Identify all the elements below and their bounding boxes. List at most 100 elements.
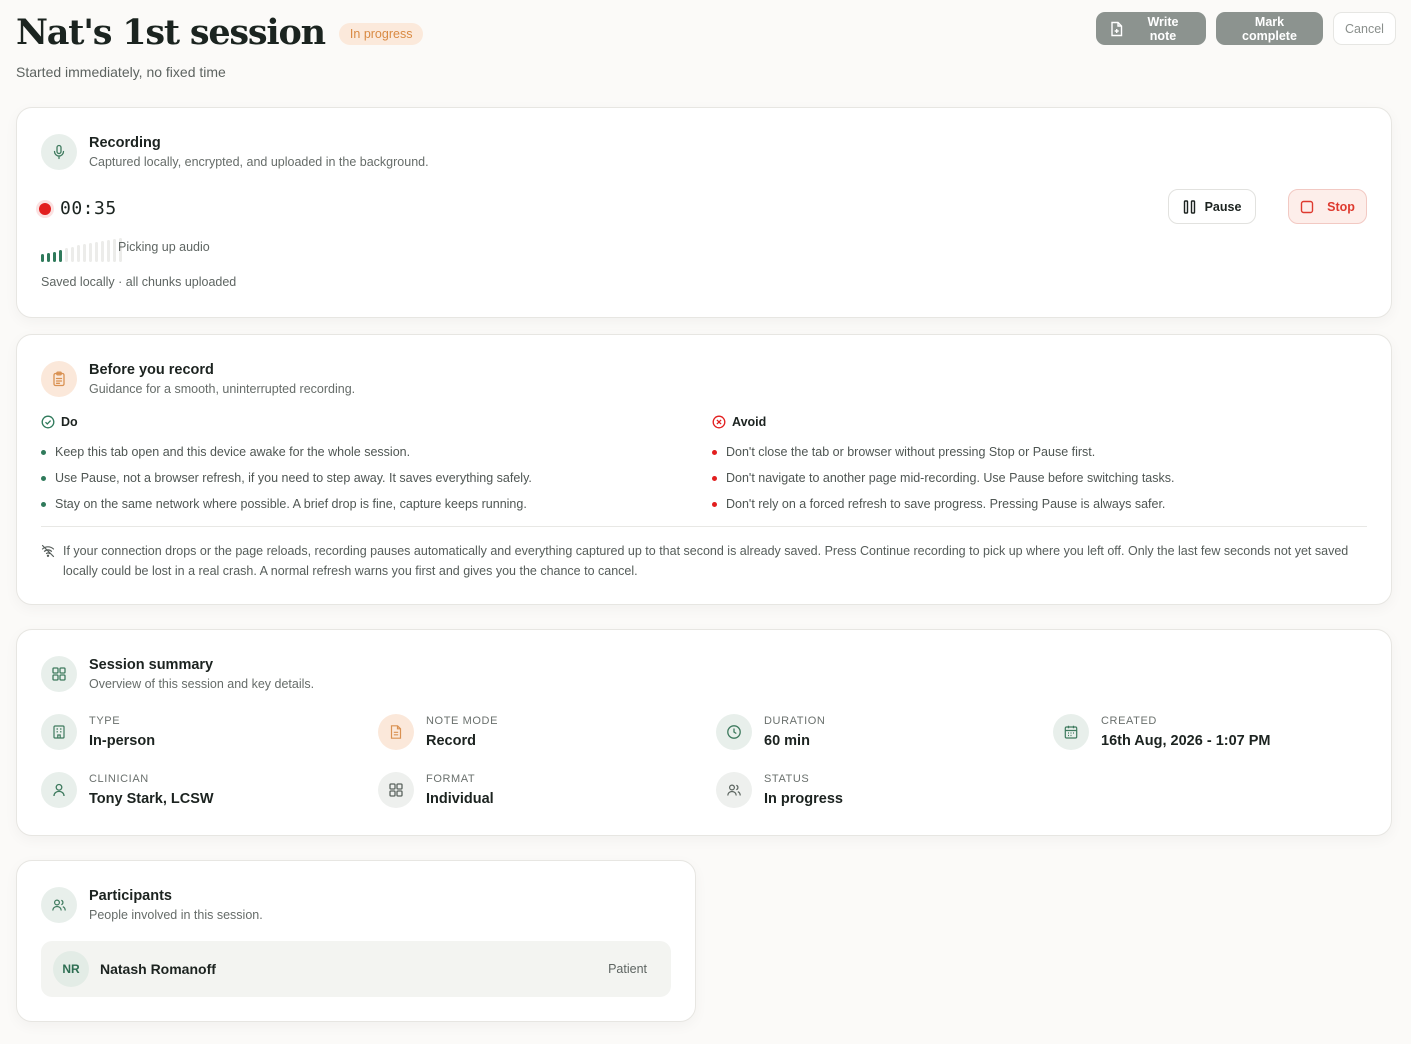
guidance-subtitle: Guidance for a smooth, uninterrupted rec… (89, 382, 356, 396)
microphone-icon (41, 134, 77, 170)
bullet-dot (712, 501, 717, 507)
summary-label: DURATION (764, 715, 826, 727)
wifi-off-icon (41, 544, 55, 581)
do-item-text: Keep this tab open and this device awake… (55, 445, 411, 459)
pause-icon (1183, 199, 1196, 214)
page-subtitle: Started immediately, no fixed time (16, 64, 226, 80)
audio-level-label: Picking up audio (118, 240, 210, 254)
avatar: NR (53, 951, 89, 987)
participant-row[interactable]: NR Natash Romanoff Patient (41, 941, 671, 997)
do-item-text: Use Pause, not a browser refresh, if you… (55, 471, 532, 485)
audio-level-bar (83, 244, 86, 262)
summary-status: STATUS In progress (716, 772, 843, 808)
header-actions: Write note Mark complete Cancel (1096, 12, 1396, 45)
connection-note-text: If your connection drops or the page rel… (63, 544, 1349, 578)
stop-icon (1300, 200, 1314, 214)
summary-duration: DURATION 60 min (716, 714, 825, 750)
summary-label: CREATED (1101, 715, 1157, 727)
recording-card: Recording Captured locally, encrypted, a… (16, 107, 1392, 318)
do-heading: Do (61, 415, 78, 429)
connection-note: If your connection drops or the page rel… (41, 541, 1361, 581)
summary-value: 16th Aug, 2026 - 1:07 PM (1101, 733, 1271, 749)
bullet-dot (712, 475, 717, 481)
mark-complete-button[interactable]: Mark complete (1216, 12, 1323, 45)
summary-label: FORMAT (426, 773, 476, 785)
divider (41, 526, 1367, 527)
write-note-button[interactable]: Write note (1096, 12, 1206, 45)
list-item: Don't rely on a forced refresh to save p… (712, 491, 1352, 517)
avoid-column: Avoid Don't close the tab or browser wit… (712, 415, 1352, 517)
user-icon (41, 772, 77, 808)
bullet-dot (712, 449, 717, 455)
audio-level-bar (53, 252, 56, 262)
list-item: Don't close the tab or browser without p… (712, 439, 1352, 465)
avoid-heading: Avoid (732, 415, 767, 429)
summary-value: Individual (426, 791, 494, 807)
audio-level-bar (41, 254, 44, 262)
audio-level-bar (95, 242, 98, 262)
guidance-title: Before you record (89, 362, 214, 378)
participant-role: Patient (608, 962, 647, 976)
audio-level-bar (89, 243, 92, 262)
document-icon (378, 714, 414, 750)
do-list: Keep this tab open and this device awake… (41, 439, 681, 517)
summary-value: In-person (89, 733, 156, 749)
note-add-icon (1109, 21, 1124, 37)
summary-label: NOTE MODE (426, 715, 499, 727)
recording-header: Recording Captured locally, encrypted, a… (41, 134, 429, 170)
list-item: Keep this tab open and this device awake… (41, 439, 681, 465)
pause-label: Pause (1204, 199, 1242, 214)
recording-subtitle: Captured locally, encrypted, and uploade… (89, 155, 429, 169)
participants-subtitle: People involved in this session. (89, 908, 263, 922)
summary-label: CLINICIAN (89, 773, 149, 785)
bullet-dot (41, 475, 46, 481)
audio-level-bar (113, 239, 116, 262)
participants-header: Participants People involved in this ses… (41, 887, 263, 923)
summary-header: Session summary Overview of this session… (41, 656, 314, 692)
summary-value: 60 min (764, 733, 810, 749)
save-status: Saved locally · all chunks uploaded (41, 275, 237, 289)
audio-level-bar (65, 248, 68, 262)
summary-label: TYPE (89, 715, 121, 727)
summary-created: CREATED 16th Aug, 2026 - 1:07 PM (1053, 714, 1271, 750)
do-item-text: Stay on the same network where possible.… (55, 497, 527, 511)
users-icon (41, 887, 77, 923)
grid-icon (378, 772, 414, 808)
session-summary-card: Session summary Overview of this session… (16, 629, 1392, 836)
clock-icon (716, 714, 752, 750)
summary-value: Record (426, 733, 476, 749)
participants-card: Participants People involved in this ses… (16, 860, 696, 1022)
stop-button[interactable]: Stop (1288, 189, 1367, 224)
summary-note-mode: NOTE MODE Record (378, 714, 498, 750)
recording-indicator-dot (39, 202, 51, 215)
summary-value: In progress (764, 791, 843, 807)
users-icon (716, 772, 752, 808)
check-circle-icon (41, 415, 55, 429)
summary-type: TYPE In-person (41, 714, 155, 750)
grid-icon (41, 656, 77, 692)
avoid-item-text: Don't navigate to another page mid-recor… (726, 471, 1175, 485)
list-item: Stay on the same network where possible.… (41, 491, 681, 517)
pause-button[interactable]: Pause (1168, 189, 1256, 224)
avoid-item-text: Don't rely on a forced refresh to save p… (726, 497, 1166, 511)
summary-format: FORMAT Individual (378, 772, 494, 808)
audio-level-bar (101, 241, 104, 262)
list-item: Use Pause, not a browser refresh, if you… (41, 465, 681, 491)
write-note-label: Write note (1147, 14, 1179, 43)
page-header: Nat's 1st session In progress Started im… (16, 12, 1396, 82)
page-title: Nat's 1st session (16, 12, 326, 53)
avoid-list: Don't close the tab or browser without p… (712, 439, 1352, 517)
stop-label: Stop (1327, 199, 1355, 214)
audio-level-bar (47, 253, 50, 262)
avoid-item-text: Don't close the tab or browser without p… (726, 445, 1096, 459)
bullet-dot (41, 501, 46, 507)
bullet-dot (41, 449, 46, 455)
recording-timer: 00:35 (39, 198, 117, 219)
clipboard-icon (41, 361, 77, 397)
audio-level-bar (107, 240, 110, 262)
x-circle-icon (712, 415, 726, 429)
cancel-button[interactable]: Cancel (1333, 12, 1396, 45)
list-item: Don't navigate to another page mid-recor… (712, 465, 1352, 491)
participants-title: Participants (89, 888, 172, 904)
participant-name: Natash Romanoff (100, 961, 216, 977)
